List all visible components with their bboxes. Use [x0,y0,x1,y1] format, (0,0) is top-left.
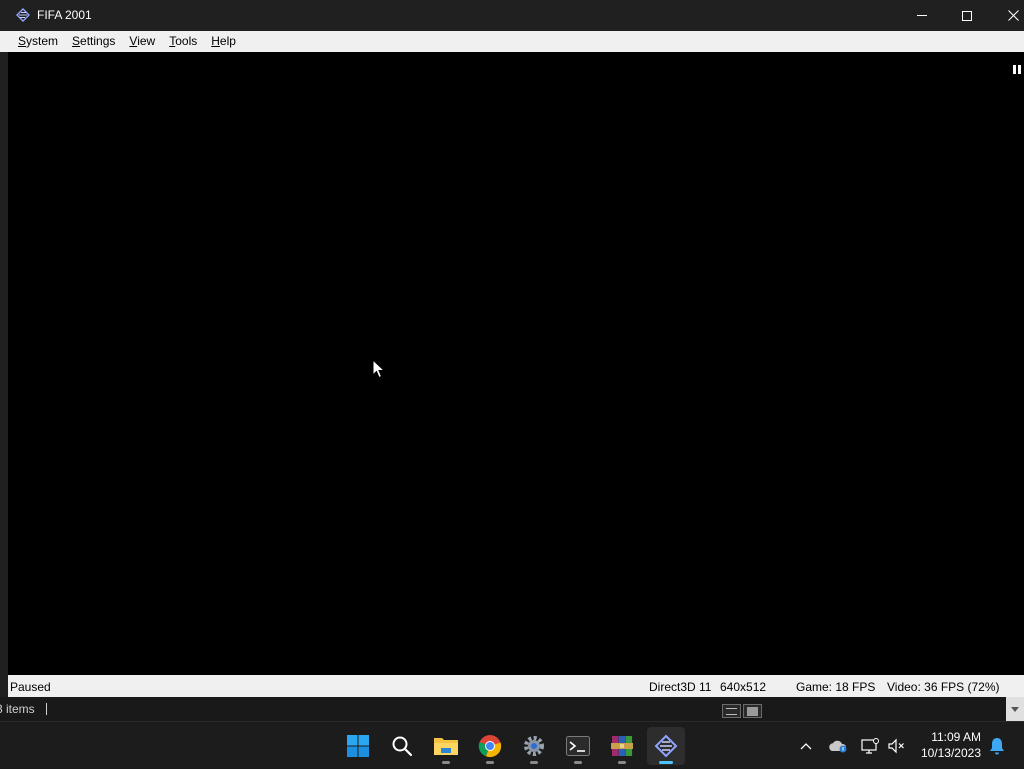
emulator-window: FIFA 2001 System Settings View Tools Hel… [0,0,1024,697]
menu-view-label: iew [137,34,156,48]
taskbar-app-winrar[interactable] [603,727,641,765]
menu-view[interactable]: View [122,31,162,52]
window-title: FIFA 2001 [37,8,92,22]
start-button[interactable] [339,727,377,765]
taskbar-app-settings[interactable] [515,727,553,765]
terminal-icon [566,736,590,756]
clock[interactable]: 11:09 AM 10/13/2023 [914,729,981,761]
clock-time: 11:09 AM [931,730,981,744]
menu-help[interactable]: Help [204,31,243,52]
menu-settings[interactable]: Settings [65,31,122,52]
network-icon [861,737,879,754]
status-bar: Paused Direct3D 11 640x512 Game: 18 FPS … [8,675,1024,697]
emulator-app-icon [654,734,678,758]
emulator-app-icon [16,8,30,22]
clock-date: 10/13/2023 [920,746,981,760]
renderer-label: Direct3D 11 [649,680,712,694]
menu-tools[interactable]: Tools [162,31,204,52]
background-explorer-statusbar: 3 items [0,697,1024,721]
onedrive-tray-button[interactable] [826,722,850,769]
resolution-label: 640x512 [720,680,767,694]
close-button[interactable] [990,0,1024,31]
running-indicator [442,761,450,764]
menu-bar: System Settings View Tools Help [0,31,1024,52]
notifications-button[interactable] [985,722,1009,769]
taskbar-app-chrome[interactable] [471,727,509,765]
maximize-icon [962,10,972,21]
running-indicator [618,761,626,764]
taskbar-app-file-explorer[interactable] [427,727,465,765]
menu-help-label: elp [219,34,236,48]
details-view-icon[interactable] [722,704,741,718]
large-icons-view-icon[interactable] [743,704,762,718]
notifications-bell-icon [990,737,1004,754]
view-toggle-group[interactable] [722,704,762,718]
chrome-icon [478,735,502,758]
text-caret [46,703,47,715]
taskbar-app-emulator[interactable] [647,727,685,765]
settings-icon [524,736,544,756]
start-icon [347,735,369,757]
scroll-down-button[interactable] [1006,697,1024,721]
close-icon [1007,10,1019,21]
game-display[interactable] [8,52,1024,675]
search-icon [392,736,413,757]
maximize-button[interactable] [944,0,990,31]
menu-tools-label: ools [175,34,198,48]
volume-tray-button[interactable] [884,722,908,769]
running-indicator [486,761,494,764]
search-button[interactable] [383,727,421,765]
winrar-icon [611,736,633,756]
running-indicator [530,761,538,764]
minimize-button[interactable] [899,0,945,31]
taskbar: 11:09 AM 10/13/2023 [0,721,1024,768]
onedrive-icon [829,740,847,752]
item-count: 3 items [0,702,35,716]
video-fps-label: Video: 36 FPS (72%) [887,680,1000,694]
running-indicator [574,761,582,764]
emulation-state: Paused [10,680,51,694]
game-fps-label: Game: 18 FPS [796,680,876,694]
minimize-icon [917,15,927,16]
volume-muted-icon [888,738,904,753]
network-tray-button[interactable] [858,722,882,769]
pause-icon [1013,65,1021,74]
file-explorer-icon [434,738,458,755]
menu-settings-label: ettings [80,34,116,48]
menu-system-label: ystem [26,34,59,48]
active-indicator [659,761,673,764]
menu-system[interactable]: System [11,31,65,52]
taskbar-app-terminal[interactable] [559,727,597,765]
chevron-up-icon [800,742,812,749]
show-hidden-icons-button[interactable] [795,722,817,769]
title-bar[interactable]: FIFA 2001 [0,0,1024,31]
mouse-cursor-icon [372,359,386,379]
